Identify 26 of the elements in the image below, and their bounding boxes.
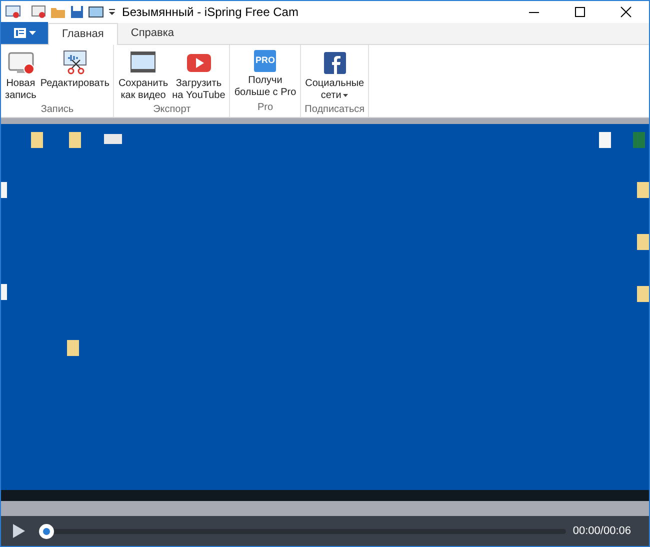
app-icon [5,4,21,20]
ribbon-tab[interactable]: Главная [48,23,118,45]
customize-icon[interactable] [108,7,116,17]
ribbon-button[interactable]: Новая запись [3,45,38,102]
ribbon-button[interactable]: Сохранить как видео [116,45,170,102]
caret-icon [28,31,36,35]
time-display: 00:00/00:06 [572,524,631,539]
group-label: Подписаться [304,103,365,117]
ribbon-button[interactable]: Загрузить на YouTube [170,45,228,102]
seek-thumb[interactable] [39,524,54,538]
app-menu-button[interactable] [1,22,48,44]
group-label: Pro [257,101,273,115]
ribbon-button[interactable]: Редактировать [38,45,112,102]
ribbon-button[interactable]: Социальные сети [303,45,366,102]
play-icon [13,524,25,538]
save-icon[interactable] [69,4,85,20]
ribbon-button[interactable]: PRO Получи больше с Pro [232,45,298,100]
record-icon[interactable] [31,4,47,20]
group-label: Экспорт [153,103,191,117]
ribbon-tab[interactable]: Справка [118,22,188,44]
menu-icon [14,28,26,38]
window-title: Безымянный - iSpring Free Cam [122,4,298,21]
play-button[interactable] [11,523,27,539]
group-label: Запись [40,103,74,117]
screen-icon[interactable] [88,4,104,20]
pro-icon: PRO [254,50,276,72]
